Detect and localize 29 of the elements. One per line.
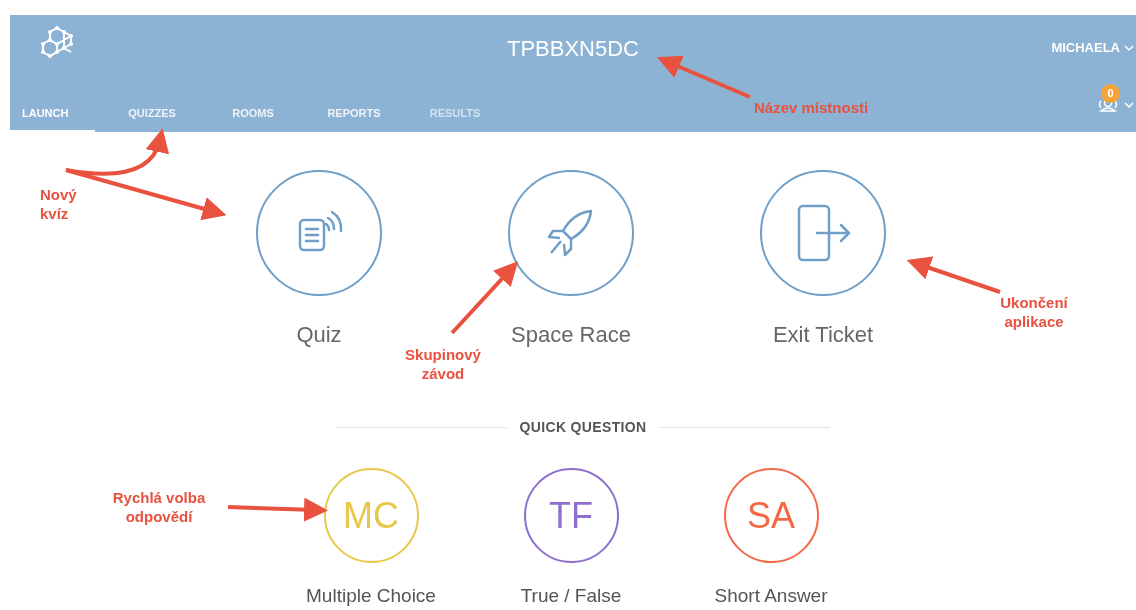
room-name: TPBBXN5DC: [506, 35, 639, 63]
option-label: True / False: [520, 585, 622, 607]
annotation-note: Název místnosti: [754, 98, 870, 117]
option-label: Quiz: [296, 321, 342, 349]
nav-tab[interactable]: REPORTS: [310, 104, 398, 132]
launch-option-button[interactable]: [256, 170, 382, 296]
question-type-button[interactable]: SA: [723, 468, 819, 563]
option-label: Short Answer: [714, 585, 828, 607]
annotation-note: Ukončení aplikace: [999, 293, 1069, 331]
nav-tab[interactable]: QUIZZES: [108, 104, 196, 132]
launch-option-button[interactable]: [508, 170, 634, 296]
question-type-button[interactable]: MC: [323, 468, 419, 563]
count-badge: 0: [1101, 84, 1120, 103]
chevron-down-icon: [1124, 101, 1134, 109]
annotation-note: Nový kvíz: [40, 185, 78, 223]
option-label: Space Race: [511, 321, 631, 349]
nav-tab[interactable]: LAUNCH: [10, 104, 95, 132]
option-label: Multiple Choice: [306, 585, 436, 607]
chevron-down-icon: [1124, 43, 1134, 52]
launch-option-button[interactable]: [760, 170, 886, 296]
section-heading: QUICK QUESTION: [519, 418, 647, 437]
group-icon: [1096, 98, 1120, 112]
question-type-button[interactable]: TF: [523, 468, 619, 563]
annotation-note: Rychlá volba odpovědí: [111, 488, 207, 526]
user-menu[interactable]: MICHAELA: [1051, 38, 1134, 58]
annotation-note: Skupinový závod: [404, 345, 482, 383]
option-label: Exit Ticket: [772, 321, 874, 349]
nav-tab[interactable]: ROOMS: [209, 104, 297, 132]
students-menu[interactable]: [1096, 98, 1134, 112]
